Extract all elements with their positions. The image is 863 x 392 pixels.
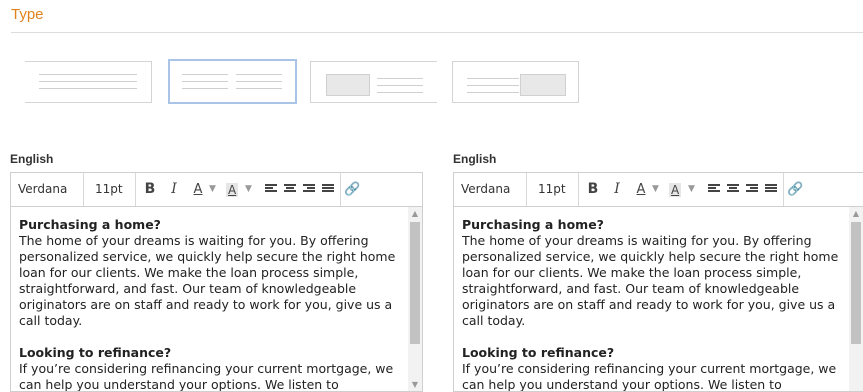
highlight-color-button[interactable]: A	[226, 183, 239, 197]
scroll-down-icon[interactable]: ▼	[408, 380, 422, 389]
scroll-up-icon[interactable]: ▲	[408, 209, 422, 218]
content-heading: Looking to refinance?	[462, 345, 615, 360]
layout-option-full-width[interactable]	[25, 61, 152, 103]
content-heading: Purchasing a home?	[462, 217, 604, 232]
align-center-icon[interactable]	[284, 184, 296, 195]
align-justify-icon[interactable]	[322, 184, 334, 195]
highlight-color-button[interactable]: A	[669, 183, 682, 197]
editor-toolbar: Verdana 11pt B I A ▼ A ▼ 🔗	[454, 173, 863, 207]
editor-scrollbar[interactable]: ▲	[849, 207, 863, 391]
link-icon[interactable]: 🔗	[344, 173, 360, 206]
chevron-down-icon[interactable]: ▼	[652, 173, 659, 206]
editor-content[interactable]: Purchasing a home? The home of your drea…	[11, 207, 408, 391]
scroll-up-icon[interactable]: ▲	[849, 209, 863, 218]
layout-option-two-column[interactable]	[168, 59, 297, 104]
content-heading: Looking to refinance?	[19, 345, 172, 360]
align-justify-icon[interactable]	[765, 184, 777, 195]
editor-content[interactable]: Purchasing a home? The home of your drea…	[454, 207, 849, 391]
bold-button[interactable]: B	[586, 173, 600, 206]
font-family-select[interactable]: Verdana	[18, 173, 67, 206]
rich-text-editor-right[interactable]: Verdana 11pt B I A ▼ A ▼ 🔗 Purchasing a …	[453, 172, 863, 392]
section-title: Type	[11, 6, 44, 23]
font-size-select[interactable]: 11pt	[95, 173, 123, 206]
layout-option-image-left[interactable]	[310, 61, 437, 103]
editor-language-label: English	[10, 152, 54, 166]
chevron-down-icon[interactable]: ▼	[245, 173, 252, 206]
editor-toolbar: Verdana 11pt B I A ▼ A ▼ 🔗	[11, 173, 422, 207]
content-paragraph: The home of your dreams is waiting for y…	[19, 233, 396, 328]
content-heading: Purchasing a home?	[19, 217, 161, 232]
scrollbar-thumb[interactable]	[410, 222, 420, 344]
align-right-icon[interactable]	[303, 184, 315, 195]
font-size-select[interactable]: 11pt	[538, 173, 566, 206]
link-icon[interactable]: 🔗	[787, 173, 803, 206]
layout-option-image-right[interactable]	[452, 61, 579, 103]
text-color-button[interactable]: A	[634, 173, 648, 206]
italic-button[interactable]: I	[167, 173, 181, 206]
section-divider	[11, 32, 863, 33]
align-center-icon[interactable]	[727, 184, 739, 195]
content-paragraph: If you’re considering refinancing your c…	[19, 361, 394, 391]
italic-button[interactable]: I	[610, 173, 624, 206]
text-color-button[interactable]: A	[191, 173, 205, 206]
font-family-select[interactable]: Verdana	[461, 173, 510, 206]
align-left-icon[interactable]	[708, 184, 720, 195]
editor-language-label: English	[453, 152, 497, 166]
chevron-down-icon[interactable]: ▼	[209, 173, 216, 206]
align-left-icon[interactable]	[265, 184, 277, 195]
align-right-icon[interactable]	[746, 184, 758, 195]
chevron-down-icon[interactable]: ▼	[688, 173, 695, 206]
bold-button[interactable]: B	[143, 173, 157, 206]
content-paragraph: The home of your dreams is waiting for y…	[462, 233, 839, 328]
editor-scrollbar[interactable]: ▲ ▼	[408, 207, 422, 391]
content-paragraph: If you’re considering refinancing your c…	[462, 361, 837, 391]
scrollbar-thumb[interactable]	[851, 222, 861, 344]
rich-text-editor-left[interactable]: Verdana 11pt B I A ▼ A ▼ 🔗 Purchasing a …	[10, 172, 423, 392]
